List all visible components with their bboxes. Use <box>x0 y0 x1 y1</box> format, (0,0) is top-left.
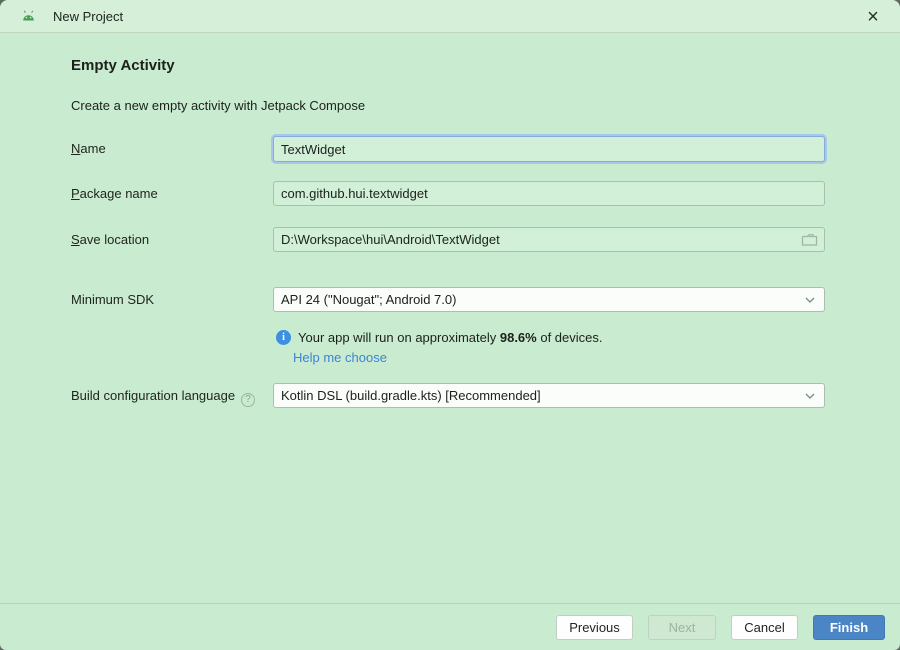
sdk-info-percent: 98.6% <box>500 330 537 345</box>
chevron-down-icon <box>804 296 816 304</box>
sdk-info-suffix: of devices. <box>537 330 603 345</box>
folder-browse-icon[interactable] <box>801 233 818 247</box>
page-title: Empty Activity <box>71 57 175 74</box>
sdk-info-note: i Your app will run on approximately 98.… <box>276 330 603 345</box>
name-field-wrap <box>273 136 825 162</box>
new-project-dialog: New Project × Empty Activity Create a ne… <box>0 0 900 650</box>
sdk-info-prefix: Your app will run on approximately <box>298 330 500 345</box>
build-config-combobox[interactable]: Kotlin DSL (build.gradle.kts) [Recommend… <box>273 383 825 408</box>
previous-button[interactable]: Previous <box>556 615 633 640</box>
build-config-label: Build configuration language? <box>71 388 255 407</box>
name-input[interactable] <box>274 137 824 161</box>
finish-button[interactable]: Finish <box>813 615 885 640</box>
package-field-wrap <box>273 181 825 206</box>
close-button[interactable]: × <box>859 3 887 31</box>
package-name-label: Package name <box>71 186 158 201</box>
chevron-down-icon <box>804 392 816 400</box>
save-location-label: Save location <box>71 232 149 247</box>
footer-separator <box>0 603 900 604</box>
build-config-label-text: Build configuration language <box>71 388 235 403</box>
window-title: New Project <box>53 9 123 24</box>
minimum-sdk-value: API 24 ("Nougat"; Android 7.0) <box>274 292 804 307</box>
sdk-info-text: Your app will run on approximately 98.6%… <box>298 330 603 345</box>
page-subtitle: Create a new empty activity with Jetpack… <box>71 98 365 113</box>
cancel-button[interactable]: Cancel <box>731 615 798 640</box>
save-location-input[interactable] <box>274 228 801 251</box>
minimum-sdk-combobox[interactable]: API 24 ("Nougat"; Android 7.0) <box>273 287 825 312</box>
info-icon: i <box>276 330 291 345</box>
save-location-field-wrap <box>273 227 825 252</box>
minimum-sdk-label: Minimum SDK <box>71 292 154 307</box>
help-me-choose-link[interactable]: Help me choose <box>293 350 387 365</box>
name-label: Name <box>71 141 106 156</box>
build-config-value: Kotlin DSL (build.gradle.kts) [Recommend… <box>274 388 804 403</box>
titlebar: New Project × <box>0 0 900 33</box>
help-question-icon[interactable]: ? <box>241 393 255 407</box>
next-button: Next <box>648 615 716 640</box>
android-icon <box>21 10 36 22</box>
package-name-input[interactable] <box>274 182 824 205</box>
